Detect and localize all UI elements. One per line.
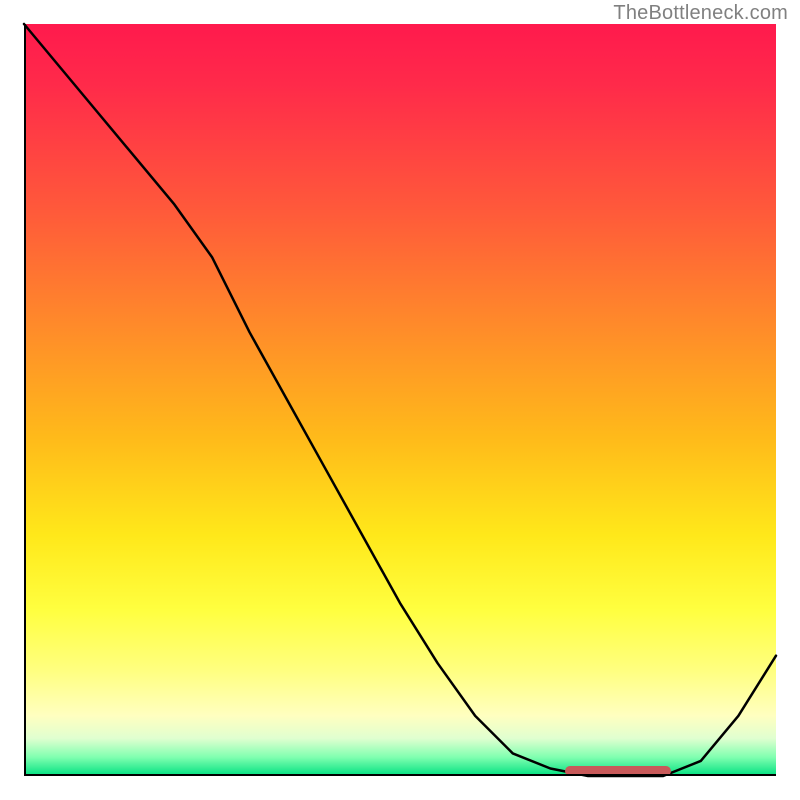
chart-area	[24, 24, 776, 776]
x-axis	[24, 774, 776, 776]
y-axis	[24, 24, 26, 776]
attribution-text: TheBottleneck.com	[613, 2, 788, 25]
bottleneck-curve	[24, 24, 776, 776]
